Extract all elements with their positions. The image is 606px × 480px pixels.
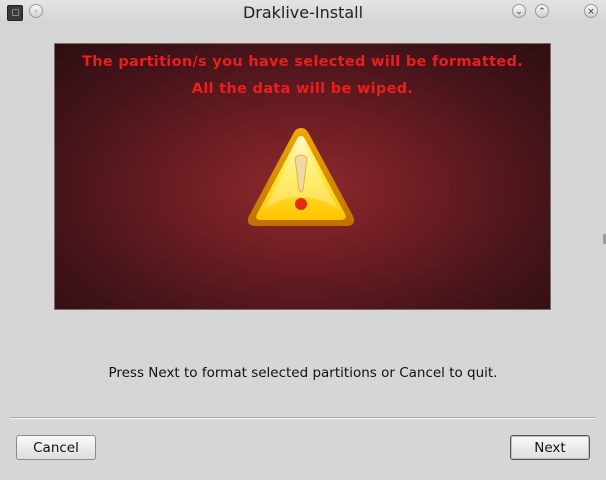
warning-text-line2: All the data will be wiped.: [191, 81, 414, 97]
next-button[interactable]: Next: [510, 435, 590, 460]
minimize-icon[interactable]: ⌄: [512, 4, 526, 18]
warning-banner: The partition/s you have selected will b…: [54, 43, 551, 310]
warning-triangle-icon: [247, 128, 355, 226]
title-bar: · Draklive-Install ⌄ ⌃ ×: [0, 0, 606, 24]
separator: [10, 417, 596, 419]
instruction-text: Press Next to format selected partitions…: [108, 365, 498, 381]
cancel-button[interactable]: Cancel: [16, 435, 96, 460]
maximize-icon[interactable]: ⌃: [535, 4, 549, 18]
warning-text-line1: The partition/s you have selected will b…: [82, 54, 523, 70]
close-icon[interactable]: ×: [584, 4, 598, 18]
